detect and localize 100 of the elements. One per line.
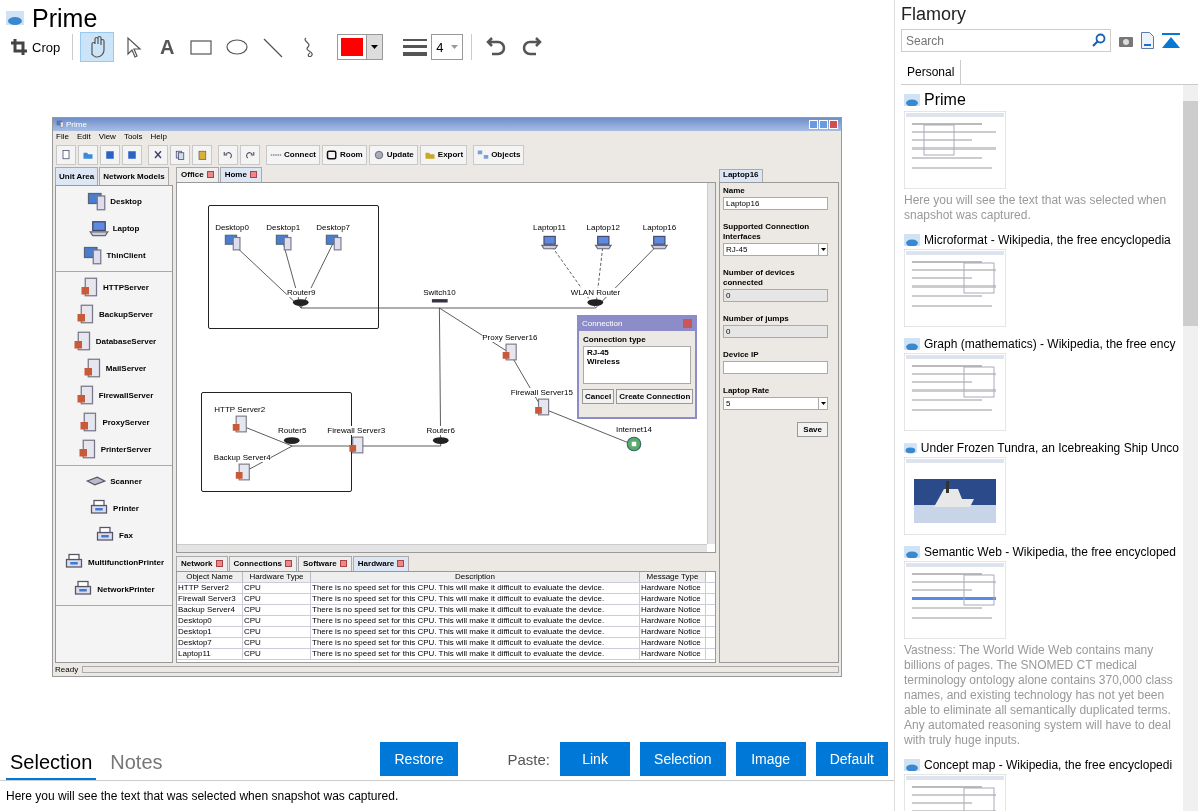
palette-item[interactable]: ThinClient	[56, 241, 172, 269]
cut-button[interactable]	[148, 144, 168, 165]
redo-button[interactable]	[240, 144, 260, 165]
copy-button[interactable]	[170, 144, 190, 165]
maximize-button[interactable]	[819, 119, 828, 129]
node-label: Desktop0	[215, 222, 249, 232]
new-file-button[interactable]	[56, 144, 76, 165]
palette-item[interactable]: Fax	[56, 521, 172, 549]
menu-item[interactable]: File	[56, 132, 69, 141]
palette-item[interactable]: ProxyServer	[56, 408, 172, 436]
switch-icon	[430, 297, 449, 304]
search-icon[interactable]	[1092, 33, 1106, 47]
save-button[interactable]	[122, 144, 142, 165]
palette-item[interactable]: FirewallServer	[56, 381, 172, 409]
paste-button[interactable]: Image	[735, 742, 806, 776]
document-tab[interactable]: Office	[176, 166, 219, 182]
list-option[interactable]: Wireless	[587, 356, 687, 366]
app-icon	[904, 442, 917, 454]
toolbar-button[interactable]: Update	[368, 144, 418, 165]
save-button[interactable]: Save	[797, 421, 828, 437]
save-button[interactable]	[100, 144, 120, 165]
palette-item[interactable]: Desktop	[56, 187, 172, 215]
input-field[interactable]	[723, 360, 828, 374]
table-cell: There is no speed set for this CPU. This will make it difficult to evaluate the device.	[311, 648, 640, 659]
snapshot-title[interactable]: Microformat - Wikipedia, the free encyclopedia	[924, 233, 1171, 247]
camera-icon[interactable]	[1119, 34, 1133, 47]
palette-item[interactable]: BackupServer	[56, 300, 172, 328]
dialog-button[interactable]: Create Connection	[616, 388, 694, 404]
palette-item[interactable]: HTTPServer	[56, 273, 172, 301]
crop-button[interactable]: Crop	[6, 33, 65, 61]
column-header[interactable]: Description	[311, 571, 640, 582]
snapshot-title[interactable]: Under Frozen Tundra, an Icebreaking Ship Unco	[920, 441, 1179, 455]
select-field[interactable]: RJ-45	[723, 242, 828, 256]
palette-tab[interactable]: Network Models	[99, 166, 169, 185]
column-header[interactable]: Message Type	[640, 571, 706, 582]
app-icon	[904, 234, 920, 246]
column-header[interactable]: Hardware Type	[243, 571, 311, 582]
paste-button[interactable]: Link	[560, 742, 631, 776]
palette-tab[interactable]: Unit Area	[55, 166, 99, 185]
snapshot-title[interactable]: Concept map - Wikipedia, the free encyclopedi	[924, 758, 1173, 772]
search-field[interactable]: Search	[901, 29, 1111, 52]
menu-item[interactable]: View	[98, 132, 116, 141]
computer-icon	[82, 245, 103, 265]
field-label: Supported Connection Interfaces	[723, 221, 811, 242]
restore-button[interactable]: Restore	[380, 742, 458, 776]
scrollbar[interactable]	[1183, 85, 1198, 811]
close-button[interactable]	[829, 119, 838, 129]
scrollbar-thumb[interactable]	[1183, 101, 1198, 326]
computer-icon	[274, 232, 293, 251]
text-tool-button[interactable]: A	[153, 33, 182, 61]
snapshot-title[interactable]: Graph (mathematics) - Wikipedia, the free ency	[924, 337, 1176, 351]
snapshot-title[interactable]: Prime	[924, 91, 966, 109]
hand-tool-button[interactable]	[81, 33, 114, 61]
notes-tab[interactable]: Selection	[6, 751, 97, 780]
close-icon	[397, 560, 405, 567]
paste-button[interactable]: Selection	[640, 742, 726, 776]
minimize-button[interactable]	[809, 119, 818, 129]
palette-item[interactable]: MailServer	[56, 354, 172, 382]
panel-tab[interactable]: Software	[298, 555, 352, 571]
toolbar-button[interactable]: Objects	[473, 144, 525, 165]
paste-button[interactable]: Default	[815, 742, 888, 776]
input-field[interactable]: Laptop16	[723, 196, 828, 210]
undo-button[interactable]	[218, 144, 238, 165]
palette-item[interactable]: MultifunctionPrinter	[56, 548, 172, 576]
toolbar-button[interactable]: Connect	[266, 144, 320, 165]
input-field[interactable]: 0	[723, 324, 828, 338]
panel-tab[interactable]: Hardware	[352, 555, 410, 571]
panel-tab[interactable]: Connections	[228, 555, 297, 571]
palette-item[interactable]: NetworkPrinter	[56, 575, 172, 603]
color-picker[interactable]	[337, 34, 384, 60]
column-header[interactable]: Object Name	[177, 571, 243, 582]
list-option[interactable]: RJ-45	[587, 347, 687, 357]
line-width-icon	[403, 37, 428, 57]
collapse-icon[interactable]	[1162, 32, 1180, 49]
folder-button[interactable]	[78, 144, 98, 165]
palette-item[interactable]: DatabaseServer	[56, 327, 172, 355]
notes-tab[interactable]: Notes	[106, 751, 167, 780]
properties-tab[interactable]: Laptop16	[719, 168, 763, 182]
palette-item[interactable]: Scanner	[56, 467, 172, 495]
menu-item[interactable]: Help	[150, 132, 168, 141]
toolbar-button[interactable]: Export	[419, 144, 468, 165]
toolbar-button[interactable]: Room	[322, 144, 367, 165]
dialog-button[interactable]: Cancel	[582, 388, 615, 404]
select-field[interactable]: 5	[723, 396, 828, 410]
input-field[interactable]: 0	[723, 288, 828, 302]
scrollbar[interactable]	[707, 182, 715, 544]
document-icon[interactable]	[1141, 32, 1154, 49]
menu-item[interactable]: Edit	[76, 132, 91, 141]
snapshot-title[interactable]: Semantic Web - Wikipedia, the free encycloped	[924, 545, 1176, 559]
node-label: Switch10	[423, 287, 456, 297]
paste-button[interactable]	[192, 144, 212, 165]
scrollbar[interactable]	[177, 543, 707, 552]
table-cell: Hardware Notice	[640, 648, 706, 659]
palette-item[interactable]: PrinterServer	[56, 435, 172, 463]
palette-item[interactable]: Printer	[56, 494, 172, 522]
document-tab[interactable]: Home	[219, 166, 262, 182]
menu-item[interactable]: Tools	[123, 132, 143, 141]
panel-tab[interactable]: Network	[176, 555, 228, 571]
line-width-select[interactable]: 4	[431, 34, 464, 60]
palette-item[interactable]: Laptop	[56, 214, 172, 242]
